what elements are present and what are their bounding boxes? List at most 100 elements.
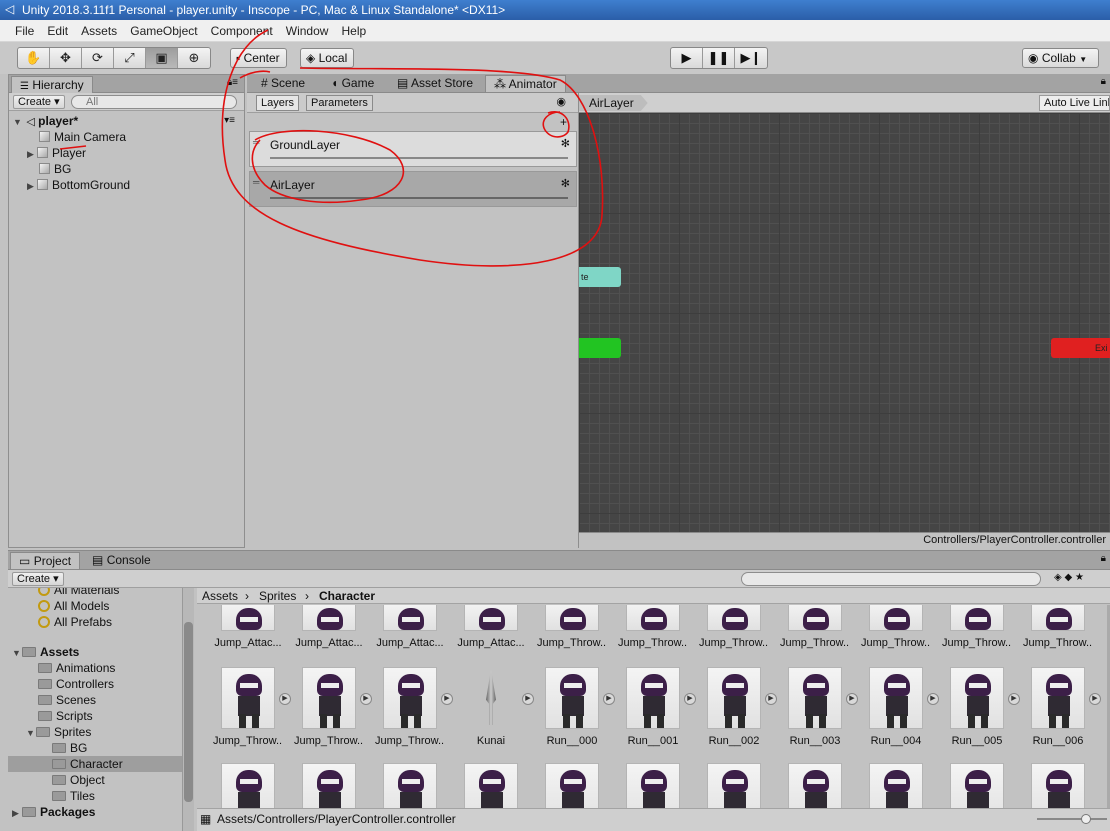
asset-item[interactable]: Jump_Throw... (699, 605, 769, 649)
hierarchy-item-bg[interactable]: BG (39, 161, 71, 177)
tab-parameters[interactable]: Parameters (306, 95, 373, 111)
asset-item[interactable] (780, 763, 850, 813)
breadcrumb[interactable]: AirLayer (579, 95, 648, 111)
asset-item[interactable]: Jump_Throw... ▶ (375, 667, 453, 747)
asset-item[interactable]: Run__000 ▶ (537, 667, 615, 747)
hierarchy-search-input[interactable]: All (71, 95, 237, 109)
hierarchy-item-bottomground[interactable]: ▶ BottomGround (27, 177, 130, 193)
folder-scenes[interactable]: Scenes (38, 692, 96, 708)
transform-tool-icon[interactable]: ⊕ (178, 48, 210, 68)
asset-item[interactable]: Jump_Attac... (294, 605, 364, 649)
asset-item[interactable]: Jump_Attac... (456, 605, 526, 649)
folder-object[interactable]: Object (52, 772, 105, 788)
folder-tiles[interactable]: Tiles (52, 788, 95, 804)
project-search-input[interactable] (741, 572, 1041, 586)
menu-file[interactable]: File (10, 20, 39, 42)
lock-icon[interactable]: 🔒︎ (1101, 553, 1106, 564)
asset-item[interactable]: Run__004 ▶ (861, 667, 939, 747)
asset-item[interactable] (1023, 763, 1093, 813)
asset-item[interactable]: Kunai ▶ (456, 667, 534, 747)
expand-sprite-icon[interactable]: ▶ (927, 693, 939, 705)
expand-arrow-icon[interactable]: ▶ (12, 805, 22, 821)
expand-sprite-icon[interactable]: ▶ (684, 693, 696, 705)
favorite-all-models[interactable]: All Models (38, 598, 109, 614)
eye-icon[interactable]: ◉ (556, 95, 566, 108)
gear-icon[interactable]: ✻ (561, 137, 570, 150)
step-icon[interactable]: ▶❙ (735, 48, 767, 68)
gear-icon[interactable]: ✻ (561, 177, 570, 190)
asset-item[interactable]: Jump_Throw... ▶ (294, 667, 372, 747)
asset-item[interactable]: Jump_Attac... (213, 605, 283, 649)
asset-item[interactable] (294, 763, 364, 813)
asset-item[interactable]: Jump_Throw... ▶ (213, 667, 291, 747)
collab-button[interactable]: ◉ Collab ▼ (1022, 48, 1099, 68)
folder-scripts[interactable]: Scripts (38, 708, 93, 724)
drag-handle-icon[interactable]: ═ (253, 137, 259, 147)
tree-scrollbar[interactable] (182, 588, 194, 831)
folder-assets[interactable]: ▼ Assets (12, 644, 79, 660)
rect-tool-icon[interactable]: ▣ (146, 48, 178, 68)
tab-console[interactable]: ▤ Console (84, 552, 159, 569)
state-exit-node[interactable]: Exi (1051, 338, 1110, 358)
scale-tool-icon[interactable]: ⤢ (114, 48, 146, 68)
asset-item[interactable] (456, 763, 526, 813)
asset-item[interactable]: Run__001 ▶ (618, 667, 696, 747)
expand-arrow-icon[interactable]: ▼ (13, 114, 23, 130)
asset-item[interactable]: Jump_Throw... (861, 605, 931, 649)
animator-graph[interactable]: te Exi (579, 113, 1110, 532)
state-start-node[interactable] (579, 338, 621, 358)
tab-asset-store[interactable]: ▤ Asset Store (389, 75, 481, 92)
asset-item[interactable]: Run__005 ▶ (942, 667, 1020, 747)
tab-project[interactable]: ▭ Project (10, 552, 81, 569)
move-tool-icon[interactable]: ✥ (50, 48, 82, 68)
asset-item[interactable]: Jump_Attac... (375, 605, 445, 649)
hierarchy-item-main-camera[interactable]: Main Camera (39, 129, 126, 145)
menu-edit[interactable]: Edit (42, 20, 73, 42)
breadcrumb-item[interactable]: Sprites (259, 589, 296, 603)
hierarchy-item-player[interactable]: ▶ Player (27, 145, 86, 161)
folder-character[interactable]: Character (8, 756, 182, 772)
asset-item[interactable]: Run__006 ▶ (1023, 667, 1101, 747)
scrollbar-thumb[interactable] (184, 622, 193, 802)
folder-controllers[interactable]: Controllers (38, 676, 114, 692)
asset-item[interactable] (699, 763, 769, 813)
rotate-tool-icon[interactable]: ⟳ (82, 48, 114, 68)
pivot-center-toggle[interactable]: ▪ Center (230, 48, 287, 68)
play-icon[interactable]: ▶ (671, 48, 703, 68)
zoom-slider-handle[interactable] (1081, 814, 1091, 824)
expand-sprite-icon[interactable]: ▶ (441, 693, 453, 705)
expand-sprite-icon[interactable]: ▶ (522, 693, 534, 705)
favorite-all-prefabs[interactable]: All Prefabs (38, 614, 112, 630)
tab-game[interactable]: ◖ Game (323, 75, 382, 92)
zoom-slider[interactable] (1037, 814, 1107, 824)
tab-scene[interactable]: # Scene (253, 75, 313, 92)
add-layer-icon[interactable]: + (560, 115, 567, 129)
breadcrumb-item[interactable]: Character (319, 589, 375, 603)
expand-sprite-icon[interactable]: ▶ (1008, 693, 1020, 705)
menu-component[interactable]: Component (206, 20, 278, 42)
drag-handle-icon[interactable]: ═ (253, 177, 259, 187)
folder-packages[interactable]: ▶ Packages (12, 804, 95, 820)
pause-icon[interactable]: ❚❚ (703, 48, 735, 68)
lock-icon[interactable]: 🔒︎ (1101, 76, 1106, 87)
tab-hierarchy[interactable]: ☰ Hierarchy (11, 76, 93, 93)
tab-layers[interactable]: Layers (256, 95, 300, 111)
expand-arrow-icon[interactable]: ▶ (27, 178, 37, 194)
scene-root[interactable]: ▼ ◁ player* ▾≡ (13, 113, 241, 129)
filter-icon[interactable]: ◈ ◆ ★ (1054, 572, 1084, 583)
folder-animations[interactable]: Animations (38, 660, 115, 676)
expand-sprite-icon[interactable]: ▶ (360, 693, 372, 705)
folder-bg[interactable]: BG (52, 740, 87, 756)
expand-sprite-icon[interactable]: ▶ (846, 693, 858, 705)
state-entry-node[interactable]: te (579, 267, 621, 287)
asset-item[interactable] (537, 763, 607, 813)
asset-item[interactable]: Run__003 ▶ (780, 667, 858, 747)
expand-arrow-icon[interactable]: ▶ (27, 146, 37, 162)
asset-item[interactable]: Jump_Throw... (942, 605, 1012, 649)
expand-sprite-icon[interactable]: ▶ (279, 693, 291, 705)
asset-item[interactable] (375, 763, 445, 813)
lock-icon[interactable]: 🔒︎≡ (227, 77, 238, 88)
menu-help[interactable]: Help (337, 20, 372, 42)
menu-assets[interactable]: Assets (76, 20, 122, 42)
breadcrumb-item[interactable]: Assets (202, 589, 238, 603)
